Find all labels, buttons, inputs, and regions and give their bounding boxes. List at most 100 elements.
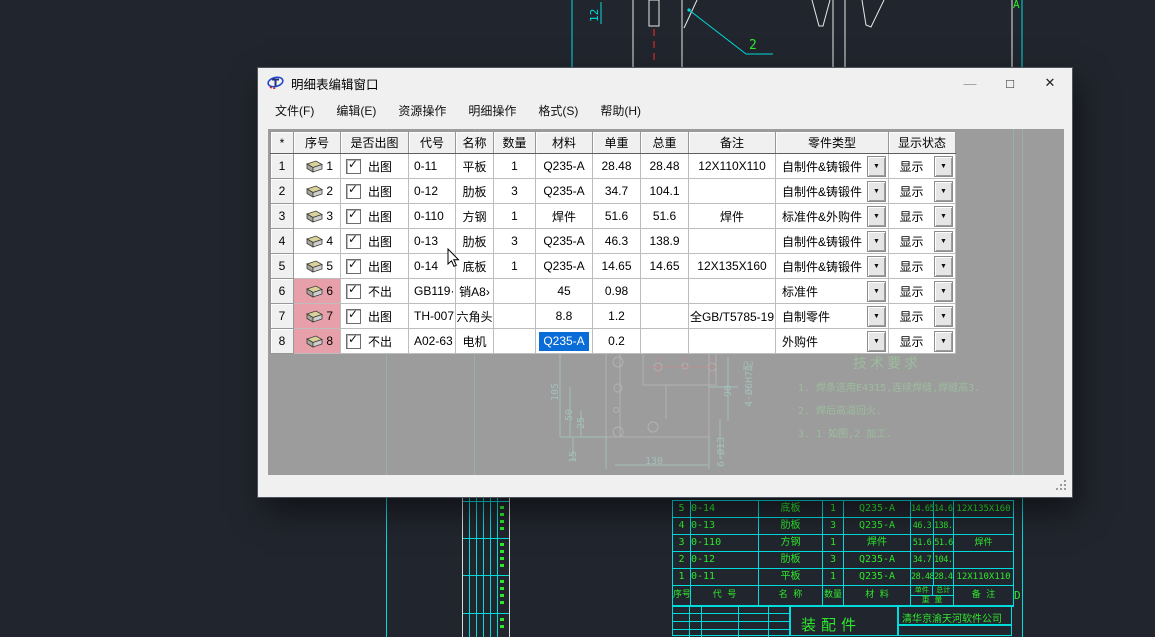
cell-unit[interactable]: 1.2 <box>593 304 641 329</box>
cell-code[interactable]: 0-110 <box>409 204 456 229</box>
cell-name[interactable]: 底板 <box>456 254 494 279</box>
cell-total[interactable] <box>641 279 689 304</box>
column-header-4[interactable]: 名称 <box>456 132 494 154</box>
cell-material[interactable]: Q235-A <box>536 254 593 279</box>
row-header[interactable]: 1 <box>271 154 294 179</box>
cell-unit[interactable]: 28.48 <box>593 154 641 179</box>
cell-qty[interactable]: 3 <box>494 179 536 204</box>
menu-item-format[interactable]: 格式(S) <box>527 98 589 123</box>
row-checkbox[interactable]: ✓ <box>346 334 361 349</box>
cell-remark[interactable]: 全GB/T5785-19 <box>689 304 776 329</box>
cell-type[interactable]: 标准件&外购件▼ <box>776 204 889 229</box>
cell-qty[interactable]: 3 <box>494 229 536 254</box>
cell-qty[interactable]: 1 <box>494 204 536 229</box>
cell-unit[interactable]: 51.6 <box>593 204 641 229</box>
cell-code[interactable]: 0-11 <box>409 154 456 179</box>
cell-name[interactable]: 六角头 <box>456 304 494 329</box>
cell-state[interactable]: 显示▼ <box>889 154 956 179</box>
row-header[interactable]: 6 <box>271 279 294 304</box>
menu-item-resource-ops[interactable]: 资源操作 <box>387 98 457 123</box>
cell-type[interactable]: 自制件&铸锻件▼ <box>776 154 889 179</box>
cell-material[interactable]: 8.8 <box>536 304 593 329</box>
cell-material[interactable]: 45 <box>536 279 593 304</box>
cell-name[interactable]: 平板 <box>456 154 494 179</box>
cell-state[interactable]: 显示▼ <box>889 229 956 254</box>
column-header-8[interactable]: 总重 <box>641 132 689 154</box>
row-header[interactable]: 3 <box>271 204 294 229</box>
column-header-10[interactable]: 零件类型 <box>776 132 889 154</box>
resize-grip-icon[interactable] <box>1055 479 1067 491</box>
row-checkbox[interactable]: ✓ <box>346 309 361 324</box>
cell-qty[interactable]: 1 <box>494 254 536 279</box>
row-header[interactable]: 4 <box>271 229 294 254</box>
cell-seq[interactable]: 6 <box>294 279 341 304</box>
column-header-9[interactable]: 备注 <box>689 132 776 154</box>
cell-total[interactable]: 51.6 <box>641 204 689 229</box>
display-state-dropdown[interactable]: ▼ <box>934 331 953 352</box>
row-checkbox[interactable]: ✓ <box>346 159 361 174</box>
row-header[interactable]: 5 <box>271 254 294 279</box>
selected-material-cell[interactable]: Q235-A <box>539 332 589 351</box>
cell-type[interactable]: 自制件&铸锻件▼ <box>776 229 889 254</box>
part-type-dropdown[interactable]: ▼ <box>867 231 886 252</box>
display-state-dropdown[interactable]: ▼ <box>934 181 953 202</box>
menu-item-file[interactable]: 文件(F) <box>264 98 325 123</box>
cell-plot[interactable]: ✓不出 <box>341 329 409 354</box>
cell-unit[interactable]: 46.3 <box>593 229 641 254</box>
column-header-3[interactable]: 代号 <box>409 132 456 154</box>
column-header-2[interactable]: 是否出图 <box>341 132 409 154</box>
cell-state[interactable]: 显示▼ <box>889 279 956 304</box>
row-header[interactable]: 2 <box>271 179 294 204</box>
cell-name[interactable]: 电机 <box>456 329 494 354</box>
cell-unit[interactable]: 0.2 <box>593 329 641 354</box>
cell-seq[interactable]: 2 <box>294 179 341 204</box>
column-header-1[interactable]: 序号 <box>294 132 341 154</box>
cell-remark[interactable] <box>689 329 776 354</box>
column-header-0[interactable]: * <box>271 132 294 154</box>
cell-type[interactable]: 自制件&铸锻件▼ <box>776 179 889 204</box>
cell-total[interactable]: 138.9 <box>641 229 689 254</box>
row-checkbox[interactable]: ✓ <box>346 259 361 274</box>
cell-unit[interactable]: 34.7 <box>593 179 641 204</box>
row-header[interactable]: 7 <box>271 304 294 329</box>
cell-plot[interactable]: ✓出图 <box>341 179 409 204</box>
cell-remark[interactable] <box>689 229 776 254</box>
cell-type[interactable]: 自制零件▼ <box>776 304 889 329</box>
minimize-button[interactable]: — <box>950 68 990 98</box>
cell-unit[interactable]: 14.65 <box>593 254 641 279</box>
cell-material[interactable]: Q235-A <box>536 329 593 354</box>
part-type-dropdown[interactable]: ▼ <box>867 281 886 302</box>
cell-type[interactable]: 外购件▼ <box>776 329 889 354</box>
cell-state[interactable]: 显示▼ <box>889 254 956 279</box>
cell-remark[interactable]: 12X135X160 <box>689 254 776 279</box>
cell-material[interactable]: 焊件 <box>536 204 593 229</box>
cell-name[interactable]: 销A8› <box>456 279 494 304</box>
row-header[interactable]: 8 <box>271 329 294 354</box>
part-type-dropdown[interactable]: ▼ <box>867 306 886 327</box>
cell-seq[interactable]: 4 <box>294 229 341 254</box>
cell-material[interactable]: Q235-A <box>536 229 593 254</box>
cell-total[interactable]: 104.1 <box>641 179 689 204</box>
column-header-5[interactable]: 数量 <box>494 132 536 154</box>
cell-seq[interactable]: 7 <box>294 304 341 329</box>
display-state-dropdown[interactable]: ▼ <box>934 306 953 327</box>
cell-qty[interactable] <box>494 329 536 354</box>
cell-total[interactable]: 14.65 <box>641 254 689 279</box>
row-checkbox[interactable]: ✓ <box>346 209 361 224</box>
cell-remark[interactable]: 12X110X110 <box>689 154 776 179</box>
cell-qty[interactable] <box>494 279 536 304</box>
cell-plot[interactable]: ✓出图 <box>341 229 409 254</box>
cell-code[interactable]: TH-007 <box>409 304 456 329</box>
cell-remark[interactable] <box>689 179 776 204</box>
cell-seq[interactable]: 1 <box>294 154 341 179</box>
display-state-dropdown[interactable]: ▼ <box>934 156 953 177</box>
cell-name[interactable]: 肋板 <box>456 179 494 204</box>
cell-code[interactable]: GB119· <box>409 279 456 304</box>
cell-qty[interactable] <box>494 304 536 329</box>
cell-seq[interactable]: 8 <box>294 329 341 354</box>
display-state-dropdown[interactable]: ▼ <box>934 231 953 252</box>
cell-material[interactable]: Q235-A <box>536 179 593 204</box>
cell-plot[interactable]: ✓出图 <box>341 254 409 279</box>
cell-state[interactable]: 显示▼ <box>889 304 956 329</box>
row-checkbox[interactable]: ✓ <box>346 284 361 299</box>
